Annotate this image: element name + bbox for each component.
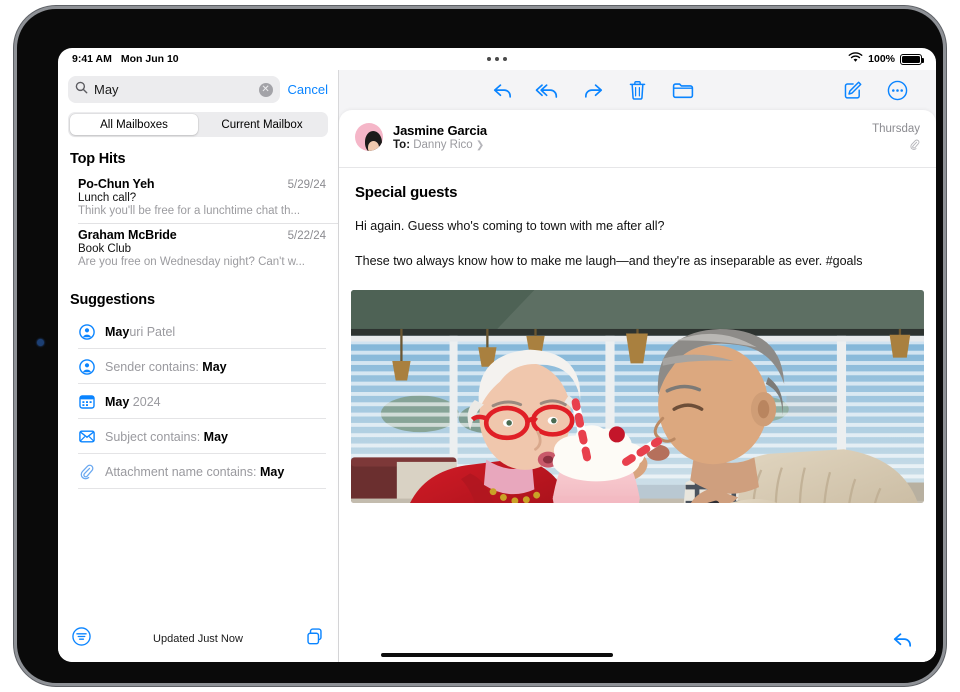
message-photo-attachment[interactable] — [351, 290, 924, 503]
message-paragraph: Hi again. Guess who's coming to town wit… — [355, 218, 920, 236]
suggestion-row-attachment-contains[interactable]: Attachment name contains: May — [58, 454, 338, 489]
mailbox-scope-segmented-control[interactable]: All Mailboxes Current Mailbox — [68, 112, 328, 137]
multitasking-dots-icon[interactable] — [487, 57, 507, 61]
person-circle-icon — [78, 323, 95, 340]
compose-icon[interactable] — [830, 73, 875, 107]
message-sender: Jasmine Garcia — [393, 123, 487, 138]
battery-percent: 100% — [868, 53, 895, 65]
top-hit-subject: Book Club — [78, 243, 326, 255]
top-hit-row[interactable]: Graham McBride 5/22/24 Book Club Are you… — [58, 224, 338, 275]
home-indicator[interactable] — [381, 653, 613, 658]
search-query-text: May — [94, 82, 253, 97]
paperclip-icon — [78, 463, 95, 480]
segment-all-mailboxes[interactable]: All Mailboxes — [70, 114, 198, 135]
top-hit-subject: Lunch call? — [78, 192, 326, 204]
battery-icon — [900, 54, 922, 65]
search-row: May ✕ Cancel — [58, 70, 338, 103]
message-detail-pane: Jasmine Garcia To: Danny Rico ❯ Thursday — [339, 70, 936, 662]
top-hit-sender: Graham McBride — [78, 228, 177, 242]
suggestion-label: Attachment name contains: May — [105, 465, 284, 479]
search-sidebar: May ✕ Cancel All Mailboxes Current Mailb… — [58, 70, 339, 662]
top-hit-row[interactable]: Po-Chun Yeh 5/29/24 Lunch call? Think yo… — [58, 173, 338, 224]
front-camera-indicator — [37, 339, 44, 346]
top-hit-preview: Think you'll be free for a lunchtime cha… — [78, 205, 326, 217]
message-body: Special guests Hi again. Guess who's com… — [339, 168, 936, 271]
suggestion-row-contact[interactable]: Mayuri Patel — [58, 314, 338, 349]
envelope-icon — [78, 428, 95, 445]
top-hit-preview: Are you free on Wednesday night? Can't w… — [78, 256, 326, 268]
suggestion-label: Sender contains: May — [105, 360, 227, 374]
top-hit-sender: Po-Chun Yeh — [78, 177, 154, 191]
mailbox-update-status: Updated Just Now — [101, 633, 295, 645]
search-input[interactable]: May ✕ — [68, 76, 280, 103]
segment-current-mailbox[interactable]: Current Mailbox — [198, 114, 326, 135]
clear-search-icon[interactable]: ✕ — [259, 83, 273, 97]
ipad-device-frame: 9:41 AM Mon Jun 10 100% — [14, 6, 946, 686]
reply-all-icon[interactable] — [525, 73, 570, 107]
suggestion-row-date[interactable]: May 2024 — [58, 384, 338, 419]
top-hit-date: 5/22/24 — [288, 230, 326, 242]
forward-icon[interactable] — [570, 73, 615, 107]
message-recipient[interactable]: To: Danny Rico ❯ — [393, 139, 487, 151]
chevron-right-icon: ❯ — [476, 140, 484, 151]
sidebar-bottom-toolbar: Updated Just Now — [58, 616, 338, 662]
filter-icon[interactable] — [72, 627, 91, 651]
suggestion-label: Mayuri Patel — [105, 325, 175, 339]
search-icon — [75, 81, 88, 99]
suggestion-row-subject-contains[interactable]: Subject contains: May — [58, 419, 338, 454]
ipad-screen: 9:41 AM Mon Jun 10 100% — [58, 48, 936, 662]
person-circle-icon — [78, 358, 95, 375]
suggestions-heading: Suggestions — [58, 275, 338, 314]
cancel-search-button[interactable]: Cancel — [288, 82, 328, 97]
status-date: Mon Jun 10 — [121, 53, 179, 65]
message-toolbar — [339, 70, 936, 110]
suggestion-row-sender-contains[interactable]: Sender contains: May — [58, 349, 338, 384]
reply-icon[interactable] — [892, 630, 914, 654]
top-hit-date: 5/29/24 — [288, 179, 326, 191]
avatar — [355, 123, 383, 151]
paperclip-icon — [909, 138, 920, 156]
folder-icon[interactable] — [660, 73, 705, 107]
message-subject: Special guests — [355, 184, 920, 201]
top-hits-heading: Top Hits — [58, 137, 338, 173]
calendar-icon — [78, 393, 95, 410]
message-header: Jasmine Garcia To: Danny Rico ❯ Thursday — [339, 110, 936, 167]
suggestion-label: Subject contains: May — [105, 430, 228, 444]
duplicate-window-icon[interactable] — [305, 627, 324, 651]
message-card: Jasmine Garcia To: Danny Rico ❯ Thursday — [339, 110, 936, 662]
status-bar: 9:41 AM Mon Jun 10 100% — [58, 48, 936, 70]
status-time: 9:41 AM — [72, 53, 112, 65]
reply-icon[interactable] — [480, 73, 525, 107]
wifi-icon — [848, 52, 863, 66]
message-day: Thursday — [872, 123, 920, 135]
more-circle-icon[interactable] — [875, 73, 920, 107]
trash-icon[interactable] — [615, 73, 660, 107]
suggestion-label: May 2024 — [105, 395, 161, 409]
message-paragraph: These two always know how to make me lau… — [355, 253, 920, 271]
